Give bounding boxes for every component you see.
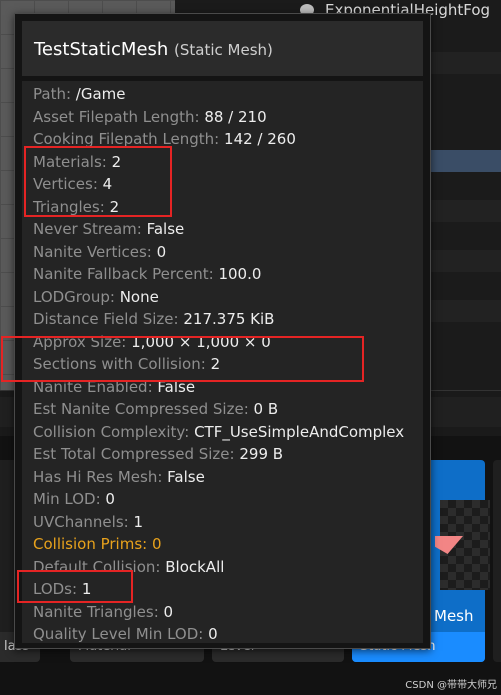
property-key: Nanite Triangles: [33,602,159,621]
property-key: Vertices: [33,175,98,193]
property-value: BlockAll [165,557,225,576]
property-row: UVChannels: 1 [33,511,143,533]
property-key: Est Nanite Compressed Size: [33,400,249,418]
asset-name: TestStaticMesh [34,39,169,60]
property-value: 100.0 [218,265,262,283]
property-key: Collision Prims: [33,535,148,553]
asset-tooltip: TestStaticMesh (Static Mesh) Path: /Game… [14,13,431,649]
property-key: Sections with Collision: [33,355,206,373]
property-row: Has Hi Res Mesh: False [33,466,205,488]
property-key: Triangles: [33,197,105,216]
property-row: Nanite Fallback Percent: 100.0 [33,263,261,285]
property-key: Asset Filepath Length: [33,107,200,126]
property-key: Materials: [33,152,107,171]
property-row: Collision Complexity: CTF_UseSimpleAndCo… [33,421,404,443]
property-row: Sections with Collision: 2 [33,353,220,375]
property-row: Distance Field Size: 217.375 KiB [33,308,274,330]
property-value: None [119,287,159,306]
property-value: 1,000 × 1,000 × 0 [131,332,271,351]
property-value: CTF_UseSimpleAndComplex [194,422,405,441]
property-value: False [157,377,196,396]
property-key: LODGroup: [33,287,115,306]
property-row: LODs: 1 [33,578,91,600]
property-key: UVChannels: [33,512,129,531]
property-row: Vertices: 4 [33,173,112,195]
property-key: Approx Size: [33,332,127,351]
asset-name-label: Mesh [434,607,474,625]
property-row: LODGroup: None [33,286,159,308]
asset-tile[interactable] [493,460,501,662]
property-key: Nanite Vertices: [33,242,152,261]
property-key: Est Total Compressed Size: [33,445,235,463]
property-key: Nanite Fallback Percent: [33,265,214,283]
tooltip-title: TestStaticMesh (Static Mesh) [34,39,273,60]
property-row: Nanite Triangles: 0 [33,601,173,623]
tooltip-header: TestStaticMesh (Static Mesh) [22,21,423,76]
property-key: Distance Field Size: [33,310,179,328]
property-value: 217.375 KiB [183,310,275,328]
property-row: Nanite Enabled: False [33,376,195,398]
property-row: Min LOD: 0 [33,488,115,510]
property-row: Path: /Game [33,83,126,105]
property-value: 0 [163,602,174,621]
property-key: Min LOD: [33,490,101,508]
property-value: 88 / 210 [204,107,267,126]
asset-type: (Static Mesh) [174,41,273,59]
property-row: Est Nanite Compressed Size: 0 B [33,398,278,420]
property-row: Default Collision: BlockAll [33,556,224,578]
property-value: 2 [111,152,122,171]
property-key: Default Collision: [33,557,161,576]
property-value: 2 [210,355,221,373]
property-row: Asset Filepath Length: 88 / 210 [33,106,267,128]
property-row: Quality Level Min LOD: 0 [33,623,218,645]
property-row: Cooking Filepath Length: 142 / 260 [33,128,296,150]
property-value: 142 / 260 [224,130,296,148]
property-value: /Game [75,85,126,103]
property-value: 1 [81,580,92,598]
property-row: Nanite Vertices: 0 [33,241,166,263]
property-row: Never Stream: False [33,218,184,240]
property-value: 299 B [239,445,284,463]
property-key: LODs: [33,580,78,598]
property-key: Collision Complexity: [33,422,190,441]
watermark: CSDN @带带大师兄 [405,680,497,691]
property-value: False [167,467,205,486]
property-value: 0 [208,625,218,643]
property-value: False [146,220,185,238]
property-value: 2 [109,197,120,216]
property-row: Triangles: 2 [33,196,119,218]
property-key: Path: [33,85,72,103]
property-row: Materials: 2 [33,151,121,173]
property-key: Has Hi Res Mesh: [33,467,163,486]
property-key: Nanite Enabled: [33,377,153,396]
property-value: 1 [133,512,144,531]
property-key: Quality Level Min LOD: [33,625,204,643]
property-value: 0 [105,490,115,508]
property-key: Cooking Filepath Length: [33,130,220,148]
property-value: 4 [102,175,113,193]
property-row: Approx Size: 1,000 × 1,000 × 0 [33,331,271,353]
property-key: Never Stream: [33,220,142,238]
tooltip-properties: Path: /Game Asset Filepath Length: 88 / 2… [22,81,423,643]
property-value: 0 [156,242,167,261]
property-row: Collision Prims: 0 [33,533,162,555]
property-value: 0 B [253,400,279,418]
property-row: Est Total Compressed Size: 299 B [33,443,283,465]
property-value: 0 [151,535,162,553]
